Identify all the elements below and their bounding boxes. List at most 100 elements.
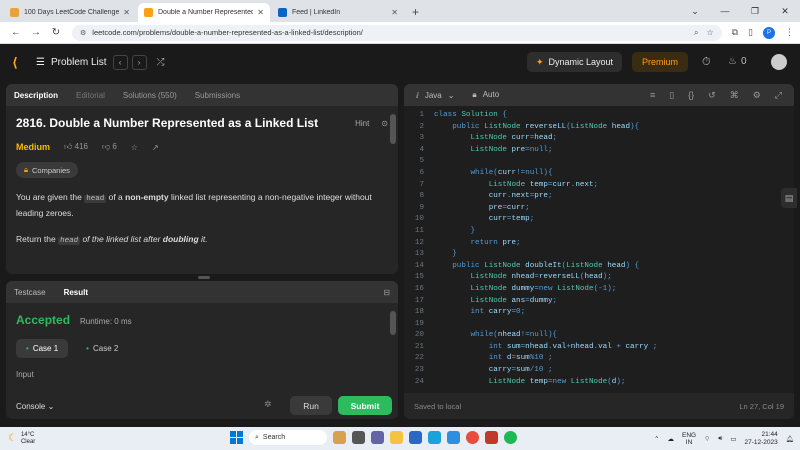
code-line[interactable]: 10 curr=temp; (404, 215, 794, 227)
code-line[interactable]: 17 ListNode ans=dummy; (404, 297, 794, 309)
code-line[interactable]: 8 curr.next=pre; (404, 192, 794, 204)
case-1-tab[interactable]: • Case 1 (16, 339, 69, 358)
prev-problem-button[interactable]: ‹ (112, 54, 128, 70)
edge-app-icon[interactable] (428, 431, 441, 444)
reload-icon[interactable]: ↻ (46, 27, 66, 38)
spotify-app-icon[interactable] (504, 431, 517, 444)
shortcut-icon[interactable]: ⌘ (730, 90, 739, 101)
streak-counter[interactable]: ♨ 0 (728, 56, 747, 67)
close-window-icon[interactable]: ✕ (770, 6, 800, 17)
next-problem-button[interactable]: › (131, 54, 147, 70)
language-indicator[interactable]: ENG IN (682, 432, 696, 446)
dislike-button[interactable]: 👎︎ 6 (102, 142, 117, 152)
maximize-icon[interactable]: ❐ (740, 6, 770, 17)
code-line[interactable]: 13 } (404, 250, 794, 262)
code-line[interactable]: 11 } (404, 227, 794, 239)
scrollbar[interactable] (390, 311, 396, 335)
code-line[interactable]: 12 return pre; (404, 239, 794, 251)
url-bar[interactable]: ⚙ leetcode.com/problems/double-a-number-… (72, 24, 722, 41)
braces-icon[interactable]: {} (688, 90, 694, 101)
code-line[interactable]: 21 int sum=nhead.val+nhead.val + carry ; (404, 343, 794, 355)
code-line[interactable]: 9 pre=curr; (404, 204, 794, 216)
code-line[interactable]: 23 carry=sum/10 ; (404, 366, 794, 378)
settings-gear-icon[interactable]: ⚙ (753, 90, 761, 101)
code-line[interactable]: 4 ListNode pre=null; (404, 146, 794, 158)
code-line[interactable]: 20 while(nhead!=null){ (404, 331, 794, 343)
mcafee-app-icon[interactable] (485, 431, 498, 444)
fullscreen-icon[interactable]: ⤢ (775, 90, 782, 101)
code-line[interactable]: 14 public ListNode doubleIt(ListNode hea… (404, 262, 794, 274)
browser-tab-active[interactable]: Double a Number Represented ✕ (138, 3, 270, 22)
code-line[interactable]: 7 ListNode temp=curr.next; (404, 181, 794, 193)
code-line[interactable]: 2 public ListNode reverseLL(ListNode hea… (404, 123, 794, 135)
tab-result[interactable]: Result (64, 288, 88, 297)
console-toggle[interactable]: Console ⌄ (16, 402, 54, 411)
user-avatar[interactable] (771, 54, 787, 70)
taskbar-search[interactable]: ⌕ Search (249, 430, 327, 445)
sidepanel-icon[interactable]: ▯ (748, 27, 753, 38)
code-line[interactable]: 18 int carry=0; (404, 308, 794, 320)
chat-app-icon[interactable] (371, 431, 384, 444)
premium-button[interactable]: Premium (632, 52, 688, 72)
tab-testcase[interactable]: Testcase (14, 288, 46, 297)
more-options-icon[interactable]: ⊙ (381, 119, 388, 128)
back-icon[interactable]: ← (6, 27, 26, 38)
browser-tab[interactable]: 100 Days LeetCode Challenge ✕ (4, 3, 136, 22)
close-icon[interactable]: ✕ (123, 8, 130, 17)
run-button[interactable]: Run (290, 396, 332, 415)
bookmark-icon[interactable]: ▯ (669, 90, 674, 101)
timer-icon[interactable]: ⏱ (702, 56, 711, 69)
code-line[interactable]: 24 ListNode temp=new ListNode(d); (404, 378, 794, 390)
tab-editorial[interactable]: Editorial (76, 91, 105, 100)
widgets-app-icon[interactable] (333, 431, 346, 444)
vscode-app-icon[interactable] (447, 431, 460, 444)
like-button[interactable]: 👍︎ 416 (64, 142, 88, 152)
shuffle-icon[interactable]: ⤮ (157, 57, 165, 68)
minimize-icon[interactable]: — (710, 6, 740, 16)
store-app-icon[interactable] (409, 431, 422, 444)
battery-icon[interactable]: ▭ (730, 435, 736, 443)
code-line[interactable]: 3 ListNode curr=head; (404, 134, 794, 146)
notes-icon[interactable]: ≡ (650, 90, 655, 101)
resize-handle[interactable] (198, 276, 210, 279)
companies-tag[interactable]: 🔒︎ Companies (16, 162, 78, 178)
code-line[interactable]: 5 (404, 157, 794, 169)
code-line[interactable]: 22 int d=sum%10 ; (404, 354, 794, 366)
code-line[interactable]: 15 ListNode nhead=reverseLL(head); (404, 273, 794, 285)
debug-icon[interactable]: ✲ (264, 399, 272, 410)
code-line[interactable]: 1 class Solution { (404, 111, 794, 123)
zoom-icon[interactable]: ⌕ (694, 28, 698, 38)
windows-start-icon[interactable] (230, 431, 243, 444)
code-line[interactable]: 16 ListNode dummy=new ListNode(-1); (404, 285, 794, 297)
cloud-icon[interactable]: ☁ (668, 435, 675, 443)
problem-list-link[interactable]: ☰ Problem List (36, 57, 107, 68)
tab-solutions[interactable]: Solutions (550) (123, 91, 177, 100)
leetcode-logo-icon[interactable]: ⟨ (12, 55, 26, 70)
file-explorer-icon[interactable] (390, 431, 403, 444)
tab-description[interactable]: Description (14, 91, 58, 100)
profile-avatar[interactable]: P (763, 26, 775, 39)
browser-tab[interactable]: Feed | LinkedIn ✕ (272, 3, 404, 22)
extensions-icon[interactable]: ⧉ (732, 27, 738, 38)
chrome-app-icon[interactable] (466, 431, 479, 444)
volume-icon[interactable]: 🔊︎ (718, 435, 722, 443)
forward-icon[interactable]: → (26, 27, 46, 38)
chevron-up-icon[interactable]: ⌃ (654, 435, 659, 443)
code-line[interactable]: 19 (404, 320, 794, 332)
close-icon[interactable]: ✕ (391, 8, 398, 17)
collapse-icon[interactable]: ⊟ (383, 288, 390, 297)
auto-mode[interactable]: 🔒︎ Auto (472, 90, 499, 100)
new-tab-icon[interactable]: + (412, 5, 419, 19)
site-info-icon[interactable]: ⚙ (80, 29, 86, 37)
language-select[interactable]: ⅈ Java ⌄ (416, 91, 454, 100)
scrollbar[interactable] (390, 114, 396, 144)
weather-widget[interactable]: ☾ 14°C Clear (0, 432, 120, 446)
taskview-app-icon[interactable] (352, 431, 365, 444)
bookmark-star-icon[interactable]: ☆ (706, 28, 713, 38)
submit-button[interactable]: Submit (338, 396, 392, 415)
share-icon[interactable]: ↗ (152, 143, 159, 152)
case-2-tab[interactable]: • Case 2 (76, 339, 128, 358)
wifi-icon[interactable]: ⌔ (704, 434, 710, 443)
reset-icon[interactable]: ↺ (708, 90, 716, 101)
chevron-down-icon[interactable]: ⌄ (680, 6, 710, 17)
